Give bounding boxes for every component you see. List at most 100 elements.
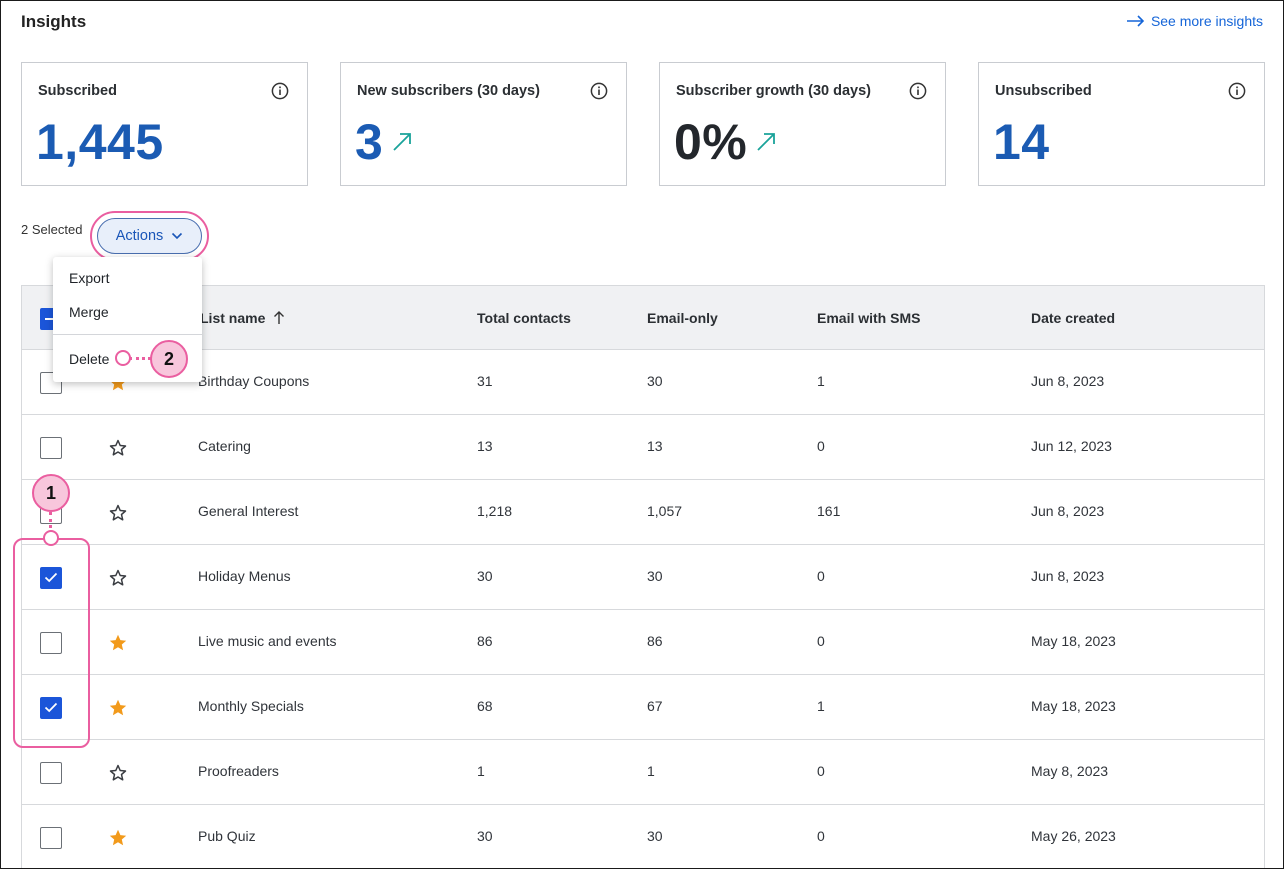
email-only-cell: 1,057 [647, 503, 683, 519]
email-only-cell: 30 [647, 828, 663, 844]
card-new-subscribers: New subscribers (30 days) 3 [340, 62, 627, 186]
menu-item-delete[interactable]: Delete [69, 351, 109, 367]
card-value: 1,445 [36, 114, 164, 170]
page-frame: Insights See more insights Subscribed 1,… [0, 0, 1284, 869]
star-outline-icon[interactable] [108, 438, 128, 458]
callout-selection-box [13, 538, 90, 748]
date-created-cell: May 18, 2023 [1031, 633, 1116, 649]
date-created-cell: May 26, 2023 [1031, 828, 1116, 844]
email-only-cell: 1 [647, 763, 655, 779]
card-label: New subscribers (30 days) [357, 83, 540, 99]
insights-title: Insights [21, 12, 87, 31]
table-row[interactable]: Pub Quiz 30 30 0 May 26, 2023 [22, 805, 1264, 868]
callout-dot [43, 530, 59, 546]
callout-connector [129, 357, 151, 360]
list-name-cell[interactable]: Holiday Menus [198, 568, 291, 584]
email-sms-cell: 0 [817, 828, 825, 844]
table-header: List name Total contacts Email-only Emai… [22, 285, 1264, 350]
email-sms-cell: 1 [817, 698, 825, 714]
selected-count: 2 Selected [21, 222, 83, 237]
info-icon[interactable] [909, 82, 927, 100]
list-name-cell[interactable]: Birthday Coupons [198, 373, 309, 389]
total-contacts-cell: 1 [477, 763, 485, 779]
total-contacts-cell: 86 [477, 633, 493, 649]
star-outline-icon[interactable] [108, 503, 128, 523]
callout-badge-1: 1 [32, 474, 70, 512]
card-unsubscribed: Unsubscribed 14 [978, 62, 1265, 186]
see-more-label: See more insights [1150, 13, 1263, 29]
callout-badge-2: 2 [150, 340, 188, 378]
table-row[interactable]: Catering 13 13 0 Jun 12, 2023 [22, 415, 1264, 480]
email-only-cell: 67 [647, 698, 663, 714]
email-sms-cell: 0 [817, 633, 825, 649]
email-sms-cell: 0 [817, 763, 825, 779]
date-created-cell: Jun 8, 2023 [1031, 373, 1105, 389]
card-label: Subscribed [38, 83, 117, 99]
table-row[interactable]: Birthday Coupons 31 30 1 Jun 8, 2023 [22, 350, 1264, 415]
list-name-cell[interactable]: Pub Quiz [198, 828, 256, 844]
total-contacts-cell: 31 [477, 373, 493, 389]
star-filled-icon[interactable] [108, 698, 128, 718]
list-name-cell[interactable]: Proofreaders [198, 763, 279, 779]
actions-button[interactable]: Actions [97, 218, 202, 254]
star-filled-icon[interactable] [108, 633, 128, 653]
list-name-cell[interactable]: Monthly Specials [198, 698, 304, 714]
see-more-insights-link[interactable]: See more insights [1126, 13, 1263, 29]
star-outline-icon[interactable] [108, 568, 128, 588]
arrow-right-icon [1126, 15, 1145, 27]
email-only-cell: 30 [647, 373, 663, 389]
card-label: Unsubscribed [995, 83, 1092, 99]
column-header-email-only[interactable]: Email-only [647, 310, 718, 326]
trend-up-arrow-icon [393, 133, 412, 151]
card-label: Subscriber growth (30 days) [676, 83, 871, 99]
table-row[interactable]: Proofreaders 1 1 0 May 8, 2023 [22, 740, 1264, 805]
menu-item-export[interactable]: Export [69, 270, 109, 286]
total-contacts-cell: 1,218 [477, 503, 513, 519]
email-sms-cell: 0 [817, 568, 825, 584]
date-created-cell: Jun 8, 2023 [1031, 568, 1105, 584]
table-row[interactable]: General Interest 1,218 1,057 161 Jun 8, 2023 [22, 480, 1264, 545]
column-header-email-with-sms[interactable]: Email with SMS [817, 310, 920, 326]
card-value: 0% [674, 114, 748, 170]
menu-item-merge[interactable]: Merge [69, 304, 109, 320]
callout-dot [115, 350, 131, 366]
row-checkbox[interactable] [40, 437, 62, 459]
email-only-cell: 30 [647, 568, 663, 584]
total-contacts-cell: 13 [477, 438, 493, 454]
email-only-cell: 13 [647, 438, 663, 454]
card-value: 14 [993, 114, 1050, 170]
table-row[interactable]: Live music and events 86 86 0 May 18, 2023 [22, 610, 1264, 675]
card-value: 3 [355, 114, 384, 170]
column-header-list-name[interactable]: List name [200, 310, 285, 326]
date-created-cell: Jun 12, 2023 [1031, 438, 1112, 454]
email-only-cell: 86 [647, 633, 663, 649]
list-name-cell[interactable]: Catering [198, 438, 251, 454]
actions-label: Actions [115, 228, 164, 244]
date-created-cell: May 18, 2023 [1031, 698, 1116, 714]
total-contacts-cell: 30 [477, 828, 493, 844]
column-header-total-contacts[interactable]: Total contacts [477, 310, 571, 326]
table-row[interactable]: Holiday Menus 30 30 0 Jun 8, 2023 [22, 545, 1264, 610]
card-subscriber-growth: Subscriber growth (30 days) 0% [659, 62, 946, 186]
list-name-cell[interactable]: General Interest [198, 503, 298, 519]
sort-up-arrow-icon [274, 311, 285, 324]
email-sms-cell: 0 [817, 438, 825, 454]
column-label: List name [200, 310, 266, 326]
row-checkbox[interactable] [40, 827, 62, 849]
table-row[interactable]: Monthly Specials 68 67 1 May 18, 2023 [22, 675, 1264, 740]
star-outline-icon[interactable] [108, 763, 128, 783]
row-checkbox[interactable] [40, 762, 62, 784]
email-sms-cell: 1 [817, 373, 825, 389]
info-icon[interactable] [271, 82, 289, 100]
column-header-date-created[interactable]: Date created [1031, 310, 1115, 326]
list-name-cell[interactable]: Live music and events [198, 633, 337, 649]
chevron-down-icon [172, 232, 183, 240]
star-filled-icon[interactable] [108, 828, 128, 848]
total-contacts-cell: 30 [477, 568, 493, 584]
menu-divider [53, 334, 202, 335]
info-icon[interactable] [1228, 82, 1246, 100]
lists-table: List name Total contacts Email-only Emai… [21, 285, 1265, 868]
date-created-cell: May 8, 2023 [1031, 763, 1109, 779]
card-subscribed: Subscribed 1,445 [21, 62, 308, 186]
info-icon[interactable] [590, 82, 608, 100]
